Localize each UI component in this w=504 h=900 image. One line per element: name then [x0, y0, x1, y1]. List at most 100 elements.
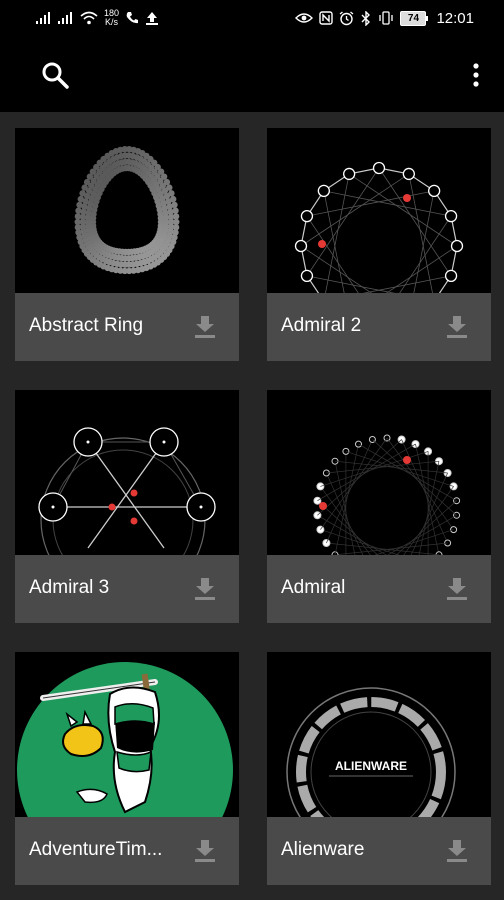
phone-icon — [125, 11, 139, 25]
node — [317, 184, 330, 197]
alienware-preview: ALIENWARE — [267, 652, 491, 857]
dot-node — [342, 447, 350, 455]
watch-face-card[interactable]: Abstract Ring — [15, 128, 239, 361]
watch-face-card[interactable]: ALIENWARE Alienware — [267, 652, 491, 885]
sphere — [83, 178, 91, 186]
watch-face-card[interactable]: Admiral 2 — [267, 128, 491, 361]
node — [294, 239, 308, 253]
sphere — [79, 190, 86, 197]
watch-face-card[interactable]: AdventureTim... — [15, 652, 239, 885]
dot-node — [450, 526, 458, 534]
watch-face-name: Alienware — [281, 839, 365, 860]
download-icon[interactable] — [445, 838, 469, 864]
chord-line — [323, 190, 350, 319]
status-bar: 180 K/s 74 12:01 — [0, 0, 504, 36]
more-vert-icon[interactable] — [466, 60, 486, 90]
chord-line — [320, 529, 429, 565]
download-icon[interactable] — [193, 576, 217, 602]
node — [402, 167, 415, 181]
watch-face-name: Admiral 2 — [281, 315, 362, 336]
node — [300, 210, 314, 223]
signal-icon — [36, 12, 52, 24]
card-caption: AdventureTim... — [15, 817, 239, 885]
chord-line — [378, 215, 452, 325]
download-icon[interactable] — [445, 576, 469, 602]
chord-line — [378, 167, 452, 277]
chord-line — [320, 486, 388, 579]
eye-icon — [295, 12, 314, 24]
adventure-time-art — [17, 662, 233, 878]
card-caption: Abstract Ring — [15, 293, 239, 361]
download-icon[interactable] — [445, 314, 469, 340]
watch-face-grid: Abstract Ring Admiral 2 Admiral 3 Admira… — [0, 112, 504, 900]
sphere — [75, 207, 82, 214]
chord-line — [345, 529, 454, 565]
card-caption: Alienware — [267, 817, 491, 885]
chord-line — [372, 439, 457, 516]
chord-line — [408, 190, 435, 319]
chord-line — [300, 245, 410, 319]
admiral-2-preview — [267, 128, 491, 331]
chord-line — [348, 245, 458, 319]
sphere — [77, 195, 84, 203]
node — [444, 210, 458, 223]
node — [444, 269, 458, 282]
chord-line — [300, 173, 410, 247]
sphere — [172, 207, 179, 214]
node — [428, 184, 441, 197]
chord-line — [348, 173, 458, 247]
dot-node — [316, 482, 325, 491]
abstract-ring-art — [74, 146, 180, 275]
sphere — [81, 184, 88, 191]
chord-line — [358, 514, 457, 573]
card-caption: Admiral 3 — [15, 555, 239, 623]
red-marker — [319, 502, 327, 510]
sphere — [168, 190, 175, 197]
node — [300, 269, 314, 282]
dot-node — [322, 539, 331, 547]
search-icon[interactable] — [40, 60, 70, 90]
chord-line — [386, 437, 454, 530]
sphere — [160, 173, 168, 180]
admiral-preview — [267, 390, 491, 582]
download-icon[interactable] — [193, 838, 217, 864]
watch-face-name: Admiral — [281, 577, 346, 598]
battery-icon: 74 — [400, 10, 429, 26]
dot-node — [313, 496, 322, 505]
node — [450, 239, 464, 253]
red-marker — [318, 240, 326, 248]
chord-line — [306, 167, 380, 277]
admiral-2-art — [294, 161, 464, 331]
card-caption: Admiral — [267, 555, 491, 623]
admiral-art — [313, 434, 461, 582]
sphere — [171, 201, 178, 209]
sphere — [172, 213, 180, 220]
sphere — [166, 184, 173, 191]
clock-time: 12:01 — [436, 9, 474, 27]
nfc-icon — [319, 11, 334, 25]
watch-face-card[interactable]: Admiral 3 — [15, 390, 239, 623]
toolbar — [0, 36, 504, 112]
sphere — [74, 218, 81, 226]
chord-line — [306, 215, 380, 325]
card-caption: Admiral 2 — [267, 293, 491, 361]
admiral-3-art — [38, 427, 216, 603]
watch-face-card[interactable]: Admiral — [267, 390, 491, 623]
red-marker — [403, 194, 411, 202]
alienware-logo-text: ALIENWARE — [335, 759, 407, 773]
download-icon[interactable] — [193, 314, 217, 340]
chord-line — [317, 514, 416, 573]
alarm-icon — [339, 10, 354, 26]
red-marker — [403, 456, 411, 464]
vibrate-icon — [378, 11, 394, 25]
sphere — [163, 178, 171, 186]
alienware-art: ALIENWARE — [286, 687, 456, 857]
admiral-3-preview — [15, 390, 239, 603]
wifi-icon — [80, 11, 98, 25]
sphere — [74, 213, 82, 220]
node — [372, 161, 386, 175]
chord-line — [320, 437, 388, 530]
node — [343, 167, 356, 181]
chord-line — [386, 486, 454, 579]
watch-face-name: Abstract Ring — [29, 315, 144, 336]
